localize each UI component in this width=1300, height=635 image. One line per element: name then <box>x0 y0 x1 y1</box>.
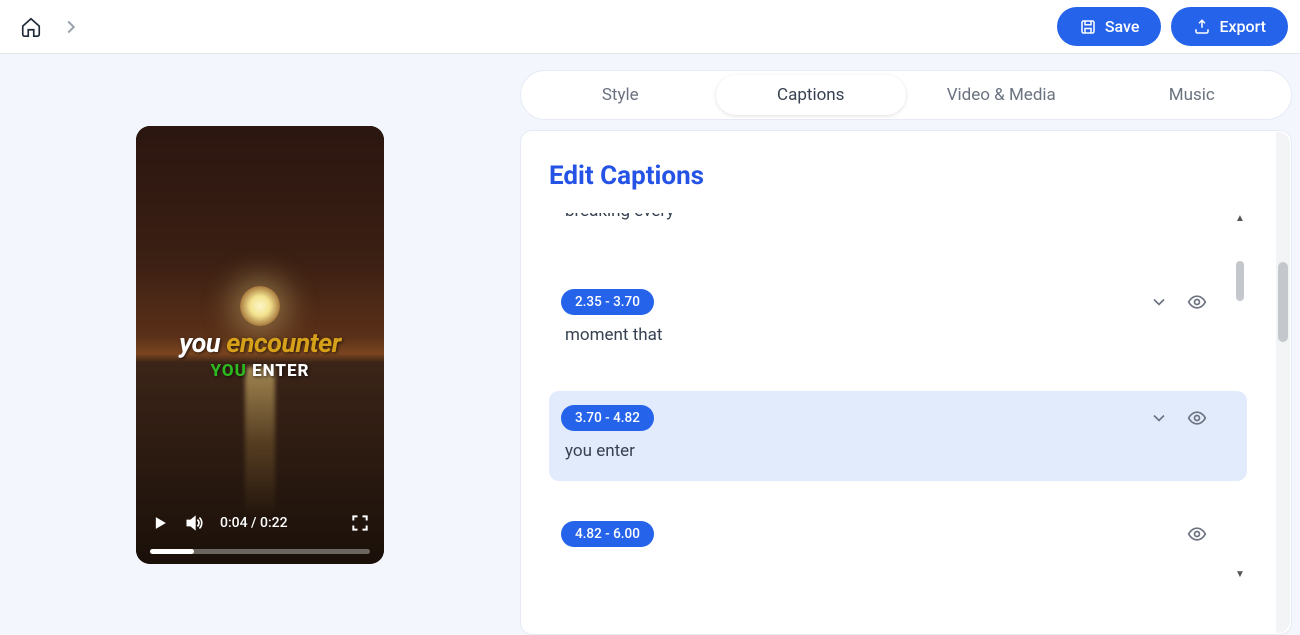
tab-video-media[interactable]: Video & Media <box>906 75 1097 115</box>
captions-panel: Edit Captions breaking every 2.35 - 3.70 <box>520 130 1292 635</box>
top-bar: Save Export <box>0 0 1300 54</box>
chevron-down-icon[interactable] <box>1149 292 1169 312</box>
caption-item[interactable]: 4.82 - 6.00 <box>549 507 1247 567</box>
eye-icon[interactable] <box>1187 408 1207 428</box>
time-badge: 3.70 - 4.82 <box>561 405 654 431</box>
chevron-right-icon[interactable] <box>60 16 82 38</box>
export-icon <box>1193 18 1211 36</box>
tab-music[interactable]: Music <box>1097 75 1288 115</box>
header-buttons: Save Export <box>1057 7 1288 46</box>
preview-column: you encounter YOU ENTER 0:04 / 0:22 <box>0 54 520 635</box>
export-label: Export <box>1219 17 1266 36</box>
panel-title: Edit Captions <box>549 161 1247 191</box>
save-label: Save <box>1105 17 1140 36</box>
outer-scrollbar[interactable] <box>1276 132 1290 633</box>
inner-scrollbar[interactable]: ▲ ▼ <box>1235 213 1245 585</box>
caption-overlay: you encounter YOU ENTER <box>136 327 384 381</box>
caption-text[interactable]: you enter <box>561 441 1207 461</box>
main-area: you encounter YOU ENTER 0:04 / 0:22 <box>0 54 1300 635</box>
tab-captions[interactable]: Captions <box>716 75 907 115</box>
save-button[interactable]: Save <box>1057 7 1162 46</box>
inner-scrollbar-thumb[interactable] <box>1236 261 1244 301</box>
caption-list: breaking every 2.35 - 3.70 <box>549 213 1247 585</box>
editor-column: Style Captions Video & Media Music Edit … <box>520 54 1300 635</box>
caption-text[interactable]: breaking every <box>561 213 1207 221</box>
chevron-down-icon[interactable] <box>1149 408 1169 428</box>
home-icon[interactable] <box>20 16 42 38</box>
eye-icon[interactable] <box>1187 292 1207 312</box>
scroll-down-icon[interactable]: ▼ <box>1235 569 1245 581</box>
export-button[interactable]: Export <box>1171 7 1288 46</box>
editor-tabs: Style Captions Video & Media Music <box>520 70 1292 120</box>
outer-scrollbar-thumb[interactable] <box>1278 262 1288 342</box>
play-icon[interactable] <box>150 513 170 533</box>
video-controls: 0:04 / 0:22 <box>136 501 384 564</box>
caption-item[interactable]: breaking every <box>549 213 1247 241</box>
video-preview[interactable]: you encounter YOU ENTER 0:04 / 0:22 <box>136 126 384 564</box>
overlay-line1-b: encounter <box>226 327 341 359</box>
tab-style[interactable]: Style <box>525 75 716 115</box>
nav-left <box>12 16 82 38</box>
save-icon <box>1079 18 1097 36</box>
fullscreen-icon[interactable] <box>350 513 370 533</box>
video-progress[interactable] <box>150 549 370 554</box>
overlay-line2-b: ENTER <box>252 361 309 381</box>
volume-icon[interactable] <box>184 513 204 533</box>
scroll-up-icon[interactable]: ▲ <box>1235 213 1245 225</box>
overlay-line1-a: you <box>179 327 226 359</box>
caption-item-active[interactable]: 3.70 - 4.82 you enter <box>549 391 1247 481</box>
time-badge: 4.82 - 6.00 <box>561 521 654 547</box>
caption-item[interactable]: 2.35 - 3.70 moment that <box>549 275 1247 365</box>
video-time: 0:04 / 0:22 <box>220 515 288 531</box>
time-badge: 2.35 - 3.70 <box>561 289 654 315</box>
video-sun <box>240 286 280 326</box>
overlay-line2-a: YOU <box>210 361 252 381</box>
video-reflection <box>245 367 275 517</box>
eye-icon[interactable] <box>1187 524 1207 544</box>
video-progress-fill <box>150 549 194 554</box>
caption-text[interactable]: moment that <box>561 325 1207 345</box>
